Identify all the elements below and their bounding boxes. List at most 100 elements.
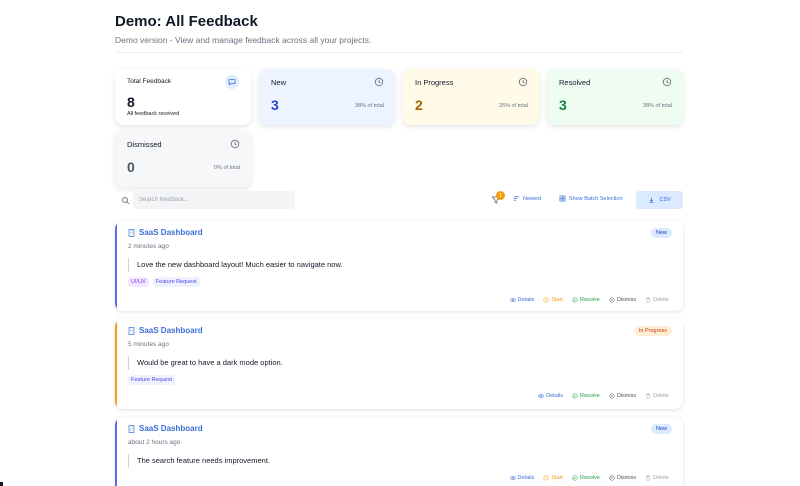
stat-card-in-progress[interactable]: In Progress 2 25% of total [403,69,539,125]
resolve-label: Resolve [579,297,600,303]
page-subtitle: Demo version - View and manage feedback … [115,35,372,45]
start-label: Start [551,297,563,303]
project-link[interactable]: SaaS Dashboard [128,228,203,237]
feedback-message: Love the new dashboard layout! Much easi… [128,258,343,272]
feedback-card[interactable]: SaaS Dashboard 5 minutes ago Would be gr… [115,319,683,409]
feedback-time: 5 minutes ago [128,341,169,348]
grid-icon [559,195,566,202]
details-label: Details [517,475,535,481]
details-label: Details [517,297,535,303]
stat-card-resolved[interactable]: Resolved 3 38% of total [547,69,683,125]
eye-icon [509,297,516,303]
stat-value: 0 [127,159,135,175]
card-actions: Details Start Resolve Dismiss Delete [509,475,669,481]
stat-card-new[interactable]: New 3 38% of total [259,69,395,125]
start-label: Start [551,475,563,481]
clock-icon [374,77,384,87]
details-button[interactable]: Details [509,297,535,303]
csv-export-button[interactable]: CSV [636,191,683,209]
clock-icon [230,139,240,149]
resolve-button[interactable]: Resolve [572,475,600,481]
resolve-button[interactable]: Resolve [572,393,600,399]
clock-icon [543,475,549,481]
feedback-tags: Feature Request [128,375,175,385]
eye-icon [509,475,516,481]
status-accent-bar [115,221,117,311]
tag: Feature Request [152,277,200,287]
details-button[interactable]: Details [538,393,563,399]
project-link[interactable]: SaaS Dashboard [128,424,203,433]
delete-button[interactable]: Delete [645,297,669,303]
building-icon [128,228,135,237]
delete-button[interactable]: Delete [645,393,669,399]
feedback-card[interactable]: SaaS Dashboard 2 minutes ago Love the ne… [115,221,683,311]
building-icon [128,424,135,433]
delete-label: Delete [653,475,669,481]
trash-icon [646,475,650,481]
stat-percent: 38% of total [354,103,384,109]
project-link[interactable]: SaaS Dashboard [128,326,203,335]
status-badge: New [650,424,672,434]
csv-label: CSV [659,197,671,203]
status-accent-bar [115,319,117,409]
trash-icon [646,297,650,303]
dismiss-label: Dismiss [616,297,637,303]
eye-icon [538,393,545,399]
edge-marker [0,482,3,486]
x-circle-icon [609,475,615,481]
dismiss-label: Dismiss [616,475,637,481]
x-circle-icon [609,297,615,303]
batch-selection-button[interactable]: Show Batch Selection [559,195,623,202]
status-badge: New [650,228,672,238]
check-circle-icon [572,475,578,481]
feedback-card[interactable]: SaaS Dashboard about 2 hours ago The sea… [115,417,683,486]
feedback-time: about 2 hours ago [128,439,181,446]
stat-value: 8 [127,94,135,110]
x-circle-icon [609,393,615,399]
search-icon [121,196,130,205]
dismiss-button[interactable]: Dismiss [609,297,636,303]
building-icon [128,326,135,335]
stat-label: Resolved [559,78,591,87]
check-circle-icon [572,297,578,303]
dismiss-button[interactable]: Dismiss [609,393,636,399]
message-icon [225,75,239,89]
batch-selection-label: Show Batch Selection [569,195,623,202]
header-divider [115,52,683,53]
project-name: SaaS Dashboard [139,326,203,335]
status-accent-bar [115,417,117,486]
delete-button[interactable]: Delete [645,475,669,481]
stat-percent: 0% of total [214,165,240,171]
feedback-toolbar: 1 Newest Show Batch Selection CSV [115,190,683,210]
resolve-label: Resolve [579,393,600,399]
stat-description: All feedback received [127,111,180,117]
sort-icon [513,196,520,201]
clock-icon [543,297,549,303]
project-name: SaaS Dashboard [139,228,203,237]
delete-label: Delete [653,297,669,303]
start-button[interactable]: Start [543,297,563,303]
stat-card-dismissed[interactable]: Dismissed 0 0% of total [115,131,251,187]
card-actions: Details Resolve Dismiss Delete [538,393,669,399]
feedback-message: Would be great to have a dark mode optio… [128,356,283,370]
stat-label: Dismissed [127,140,162,149]
check-circle-icon [572,393,578,399]
feedback-tags: UI/UX Feature Request [128,277,200,287]
stat-label: Total Feedback [127,78,172,85]
sort-button[interactable]: Newest [513,195,541,202]
dismiss-button[interactable]: Dismiss [609,475,636,481]
resolve-button[interactable]: Resolve [572,297,600,303]
start-button[interactable]: Start [543,475,563,481]
dismiss-label: Dismiss [616,393,637,399]
stat-label: New [271,78,287,87]
card-actions: Details Start Resolve Dismiss Delete [509,297,669,303]
status-badge: In Progress [633,326,672,336]
project-name: SaaS Dashboard [139,424,203,433]
search-input[interactable] [133,191,295,209]
stat-label: In Progress [415,78,454,87]
tag: Feature Request [128,375,175,385]
resolve-label: Resolve [579,475,600,481]
feedback-time: 2 minutes ago [128,243,169,250]
details-button[interactable]: Details [509,475,535,481]
filter-count-badge: 1 [496,191,505,200]
